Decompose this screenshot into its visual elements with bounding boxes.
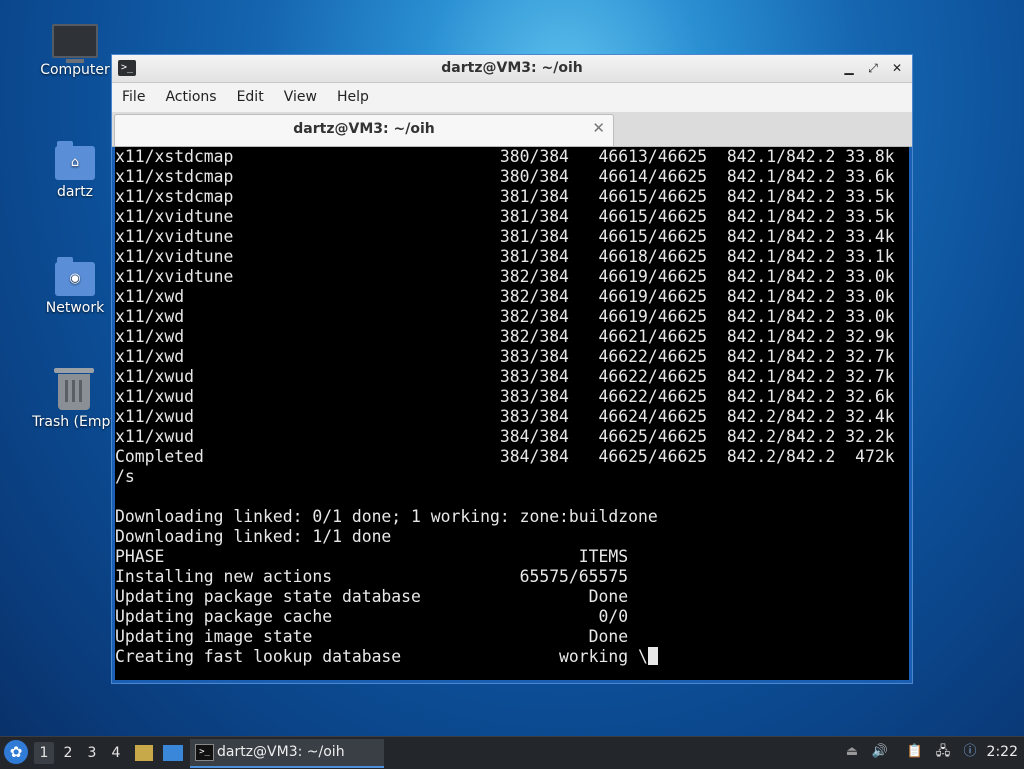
menu-view[interactable]: View: [274, 83, 327, 105]
text-cursor: [647, 647, 658, 665]
start-menu-icon[interactable]: ✿: [4, 740, 28, 764]
window-title: dartz@VM3: ~/oih: [441, 60, 583, 76]
maximize-button[interactable]: ⤢: [864, 59, 882, 77]
desktop-icon-label: Computer: [40, 62, 110, 78]
task-label: dartz@VM3: ~/oih: [217, 744, 345, 760]
workspace-1[interactable]: 1: [34, 742, 54, 764]
terminal-icon: >_: [195, 744, 214, 761]
eject-icon[interactable]: ⏏: [843, 743, 861, 761]
terminal-text: x11/xstdcmap 380/384 46613/46625 842.1/8…: [115, 147, 895, 666]
computer-icon: [52, 24, 98, 63]
taskbar: ✿ 1 2 3 4 >_ dartz@VM3: ~/oih ⏏ 🔊 📋 🖧 ⓘ …: [0, 736, 1024, 769]
desktop-icon-network[interactable]: ◉ Network: [30, 257, 120, 316]
window-titlebar[interactable]: >_ dartz@VM3: ~/oih ▁ ⤢ ✕: [112, 55, 912, 83]
clipboard-icon[interactable]: 📋: [906, 743, 924, 761]
tab-label: dartz@VM3: ~/oih: [293, 121, 435, 137]
desktop-icon-label: dartz: [56, 184, 94, 200]
desktop-icon-trash[interactable]: Trash (Empt: [24, 368, 124, 430]
menu-actions[interactable]: Actions: [155, 83, 226, 105]
workspace-4[interactable]: 4: [106, 742, 126, 764]
close-button[interactable]: ✕: [888, 59, 906, 77]
taskbar-task-terminal[interactable]: >_ dartz@VM3: ~/oih: [190, 739, 384, 768]
workspace-3[interactable]: 3: [82, 742, 102, 764]
trash-icon: [54, 368, 94, 410]
clock[interactable]: 2:22: [987, 744, 1018, 760]
desktop-icon-computer[interactable]: Computer: [30, 24, 120, 78]
menu-bar: File Actions Edit View Help: [112, 83, 912, 112]
minimize-button[interactable]: ▁: [840, 59, 858, 77]
file-manager-icon[interactable]: [135, 745, 153, 761]
desktop-icon-home[interactable]: ⌂ dartz: [30, 141, 120, 200]
desktop-icon-label: Trash (Empt: [32, 414, 116, 430]
terminal-output[interactable]: x11/xstdcmap 380/384 46613/46625 842.1/8…: [115, 147, 909, 680]
terminal-window: >_ dartz@VM3: ~/oih ▁ ⤢ ✕ File Actions Edi…: [111, 54, 913, 684]
notification-icon[interactable]: ⓘ: [961, 743, 979, 761]
volume-icon[interactable]: 🔊: [871, 743, 889, 761]
menu-edit[interactable]: Edit: [227, 83, 274, 105]
terminal-tab[interactable]: dartz@VM3: ~/oih ✕: [114, 114, 614, 146]
workspace-2[interactable]: 2: [58, 742, 78, 764]
tab-bar: dartz@VM3: ~/oih ✕: [112, 112, 912, 147]
show-desktop-icon[interactable]: [163, 745, 183, 761]
tab-close-icon[interactable]: ✕: [592, 119, 605, 137]
menu-file[interactable]: File: [112, 83, 155, 105]
network-folder-icon: ◉: [55, 257, 95, 296]
menu-help[interactable]: Help: [327, 83, 379, 105]
desktop-icon-label: Network: [45, 300, 105, 316]
network-icon[interactable]: 🖧: [934, 743, 952, 761]
home-folder-icon: ⌂: [55, 141, 95, 180]
